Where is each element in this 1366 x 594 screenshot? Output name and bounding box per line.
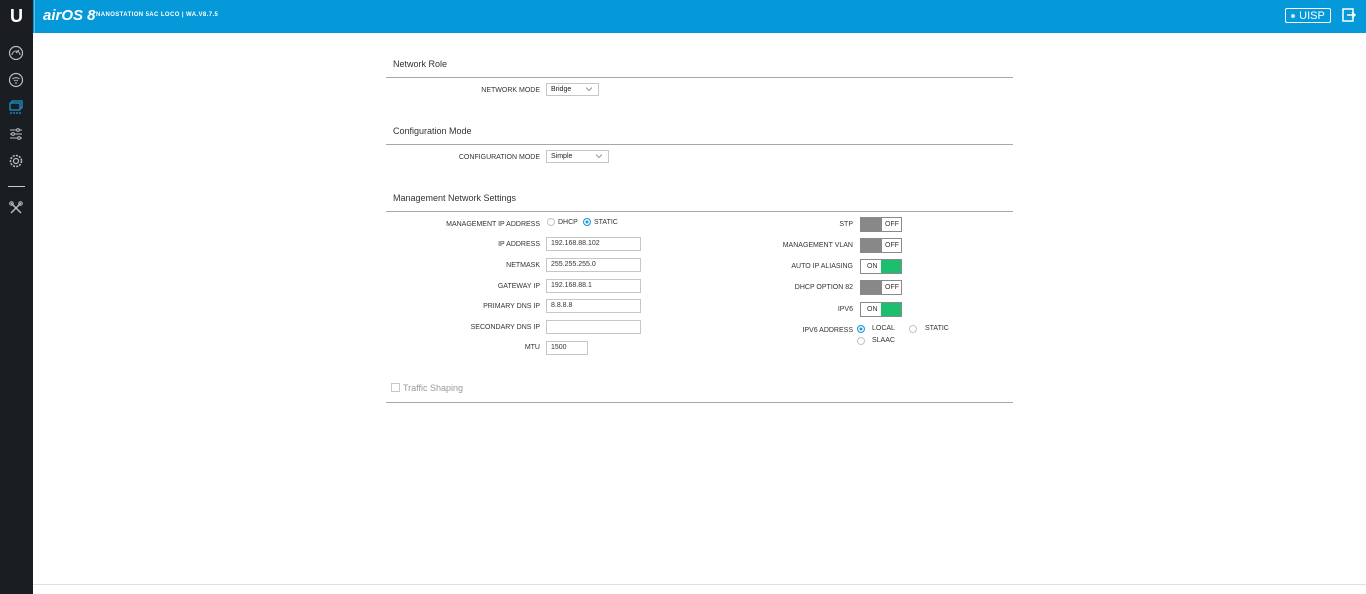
management-vlan-toggle[interactable]: OFF — [860, 238, 902, 253]
mtu-input[interactable]: 1500 — [546, 341, 588, 355]
configuration-mode-value: Simple — [551, 153, 573, 160]
status-dot-icon — [1291, 13, 1296, 18]
dhcp-radio[interactable] — [547, 218, 555, 226]
auto-ip-aliasing-toggle[interactable]: ON — [860, 259, 902, 274]
network-icon[interactable] — [8, 99, 24, 115]
logout-icon[interactable] — [1342, 8, 1356, 22]
netmask-input[interactable]: 255.255.255.0 — [546, 258, 641, 272]
secondary-dns-label: SECONDARY DNS IP — [470, 324, 540, 331]
chevron-down-icon — [586, 87, 592, 92]
ubiquiti-logo[interactable]: U — [0, 0, 33, 33]
wireless-icon[interactable] — [8, 72, 24, 88]
secondary-dns-input[interactable] — [546, 320, 641, 334]
primary-dns-input[interactable]: 8.8.8.8 — [546, 299, 641, 313]
chevron-down-icon — [596, 154, 602, 159]
netmask-label: NETMASK — [506, 262, 540, 269]
top-bar: U airOS 8 NANOSTATION 5AC LOCO | WA.V8.7… — [0, 0, 1366, 33]
dhcp-option-82-label: DHCP OPTION 82 — [794, 284, 853, 291]
toggle-fill — [881, 303, 901, 316]
device-info: NANOSTATION 5AC LOCO | WA.V8.7.5 — [96, 12, 219, 18]
dhcp-radio-label: DHCP — [558, 219, 578, 226]
network-mode-value: Bridge — [551, 86, 572, 93]
services-icon[interactable] — [8, 126, 24, 142]
sidebar — [0, 33, 33, 594]
network-role-title: Network Role — [393, 59, 448, 69]
toggle-fill — [861, 281, 882, 294]
ipv6-static-label: STATIC — [925, 325, 949, 332]
ipv6-static-radio[interactable] — [909, 325, 917, 333]
ipv6-local-radio[interactable] — [857, 325, 865, 333]
traffic-shaping-label: Traffic Shaping — [403, 383, 464, 393]
gateway-ip-label: GATEWAY IP — [497, 283, 540, 290]
footer-divider — [33, 584, 1366, 585]
stp-toggle-text: OFF — [885, 221, 899, 228]
dhcp-option-82-toggle-text: OFF — [885, 284, 899, 291]
ip-address-input[interactable]: 192.168.88.102 — [546, 237, 641, 251]
dashboard-icon[interactable] — [8, 45, 24, 61]
ipv6-toggle[interactable]: ON — [860, 302, 902, 317]
section-divider — [386, 77, 1013, 78]
section-divider — [386, 211, 1013, 212]
static-radio[interactable] — [583, 218, 591, 226]
management-vlan-label: MANAGEMENT VLAN — [782, 242, 853, 249]
uisp-label: UISP — [1299, 9, 1325, 22]
management-settings-title: Management Network Settings — [393, 193, 517, 203]
ipv6-address-label: IPV6 ADDRESS — [802, 327, 853, 334]
ipv6-slaac-label: SLAAC — [872, 337, 895, 344]
tools-icon[interactable] — [8, 200, 24, 216]
system-icon[interactable] — [8, 153, 24, 169]
auto-ip-aliasing-toggle-text: ON — [867, 263, 878, 270]
network-mode-label: NETWORK MODE — [481, 87, 540, 94]
stp-label: STP — [839, 221, 853, 228]
header-divider — [34, 0, 35, 33]
sidebar-divider — [8, 186, 25, 187]
static-radio-label: STATIC — [594, 219, 618, 226]
ipv6-local-label: LOCAL — [872, 325, 895, 332]
management-vlan-toggle-text: OFF — [885, 242, 899, 249]
gateway-ip-input[interactable]: 192.168.88.1 — [546, 279, 641, 293]
mtu-label: MTU — [524, 344, 540, 351]
toggle-fill — [861, 239, 882, 252]
ipv6-toggle-text: ON — [867, 306, 878, 313]
section-divider — [386, 144, 1013, 145]
auto-ip-aliasing-label: AUTO IP ALIASING — [791, 263, 853, 270]
ip-address-label: IP ADDRESS — [498, 241, 540, 248]
section-divider — [386, 402, 1013, 403]
management-ip-mode-label: MANAGEMENT IP ADDRESS — [446, 221, 540, 228]
toggle-fill — [881, 260, 901, 273]
configuration-mode-select[interactable]: Simple — [546, 150, 609, 163]
ipv6-slaac-radio[interactable] — [857, 337, 865, 345]
uisp-button[interactable]: UISP — [1285, 8, 1331, 23]
ipv6-label: IPV6 — [837, 306, 853, 313]
toggle-fill — [861, 218, 882, 231]
dhcp-option-82-toggle[interactable]: OFF — [860, 280, 902, 295]
configuration-mode-label: CONFIGURATION MODE — [458, 154, 540, 161]
airos-brand: airOS 8 — [43, 7, 96, 24]
network-mode-select[interactable]: Bridge — [546, 83, 599, 96]
stp-toggle[interactable]: OFF — [860, 217, 902, 232]
primary-dns-label: PRIMARY DNS IP — [483, 303, 540, 310]
traffic-shaping-checkbox[interactable] — [391, 383, 400, 392]
configuration-mode-title: Configuration Mode — [393, 126, 472, 136]
